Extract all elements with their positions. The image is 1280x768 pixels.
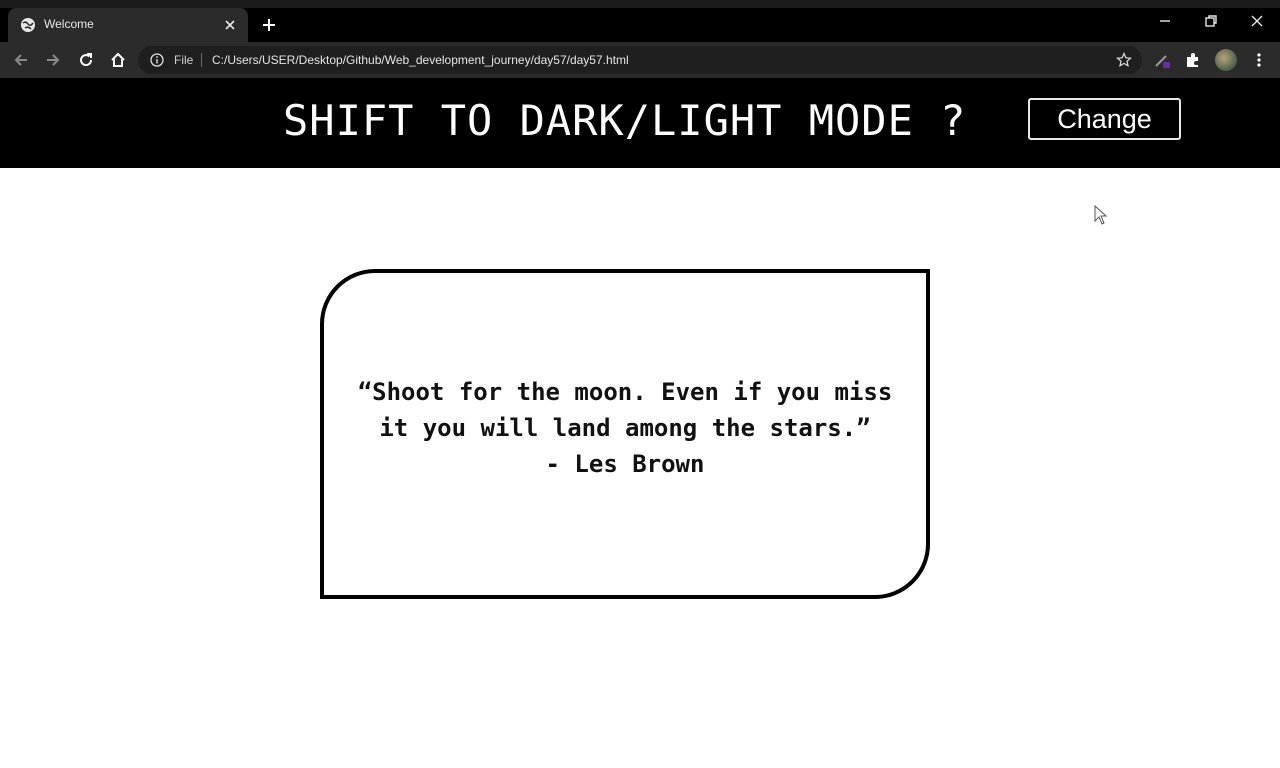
page-title: SHIFT TO DARK/LIGHT MODE ? bbox=[283, 96, 967, 145]
close-tab-icon[interactable] bbox=[222, 17, 238, 33]
quote-text: “Shoot for the moon. Even if you miss it… bbox=[357, 378, 893, 442]
bookmark-star-icon[interactable] bbox=[1116, 52, 1132, 68]
address-bar[interactable]: File C:/Users/USER/Desktop/Github/Web_de… bbox=[138, 46, 1142, 74]
page-header: SHIFT TO DARK/LIGHT MODE ? Change bbox=[0, 78, 1280, 168]
new-tab-icon[interactable] bbox=[260, 16, 278, 34]
reload-icon[interactable] bbox=[77, 51, 95, 69]
back-arrow-icon[interactable] bbox=[12, 51, 30, 69]
extensions-puzzle-icon[interactable] bbox=[1184, 51, 1202, 69]
minimize-icon[interactable] bbox=[1156, 12, 1174, 30]
info-icon[interactable] bbox=[150, 53, 164, 67]
close-window-icon[interactable] bbox=[1248, 12, 1266, 30]
home-icon[interactable] bbox=[109, 51, 127, 69]
forward-arrow-icon[interactable] bbox=[44, 51, 62, 69]
quote-card: “Shoot for the moon. Even if you miss it… bbox=[320, 269, 930, 599]
tab-title: Welcome bbox=[44, 17, 94, 31]
mouse-cursor-icon bbox=[1094, 205, 1108, 225]
browser-toolbar: File C:/Users/USER/Desktop/Github/Web_de… bbox=[0, 42, 1280, 78]
extension-pen-icon[interactable] bbox=[1153, 51, 1171, 69]
quote-block: “Shoot for the moon. Even if you miss it… bbox=[345, 374, 905, 482]
restore-icon[interactable] bbox=[1202, 12, 1220, 30]
change-mode-button[interactable]: Change bbox=[1028, 98, 1181, 140]
address-separator bbox=[201, 53, 202, 67]
window-top-border bbox=[0, 0, 1280, 8]
url-text[interactable]: C:/Users/USER/Desktop/Github/Web_develop… bbox=[212, 53, 629, 67]
quote-author: - Les Brown bbox=[545, 450, 705, 478]
file-scheme-label: File bbox=[174, 53, 194, 67]
menu-kebab-icon[interactable] bbox=[1250, 51, 1268, 69]
profile-avatar[interactable] bbox=[1215, 49, 1237, 71]
browser-tab[interactable]: Welcome bbox=[8, 8, 248, 42]
browser-tab-strip: Welcome bbox=[0, 0, 1280, 42]
globe-icon bbox=[21, 18, 35, 32]
